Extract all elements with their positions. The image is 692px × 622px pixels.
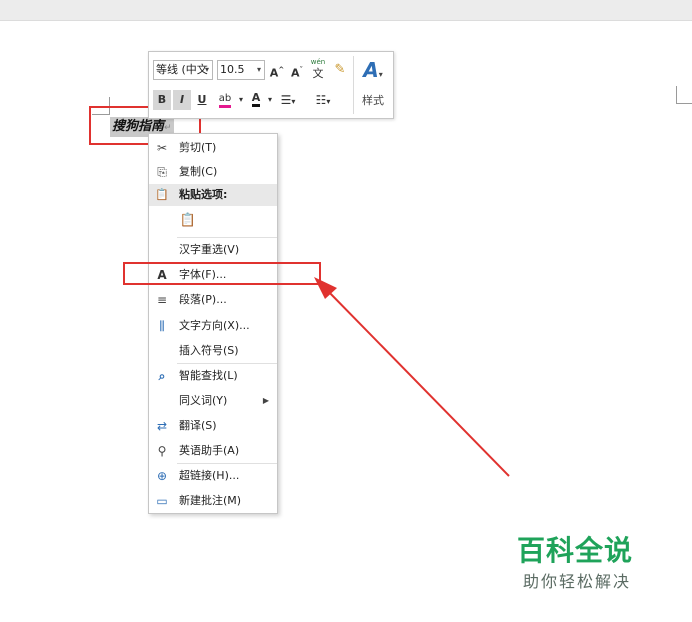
watermark-subtitle: 助你轻松解决 <box>523 572 632 591</box>
watermark-title: 百科全说 <box>517 534 634 567</box>
annotation-arrow-line <box>323 286 510 477</box>
